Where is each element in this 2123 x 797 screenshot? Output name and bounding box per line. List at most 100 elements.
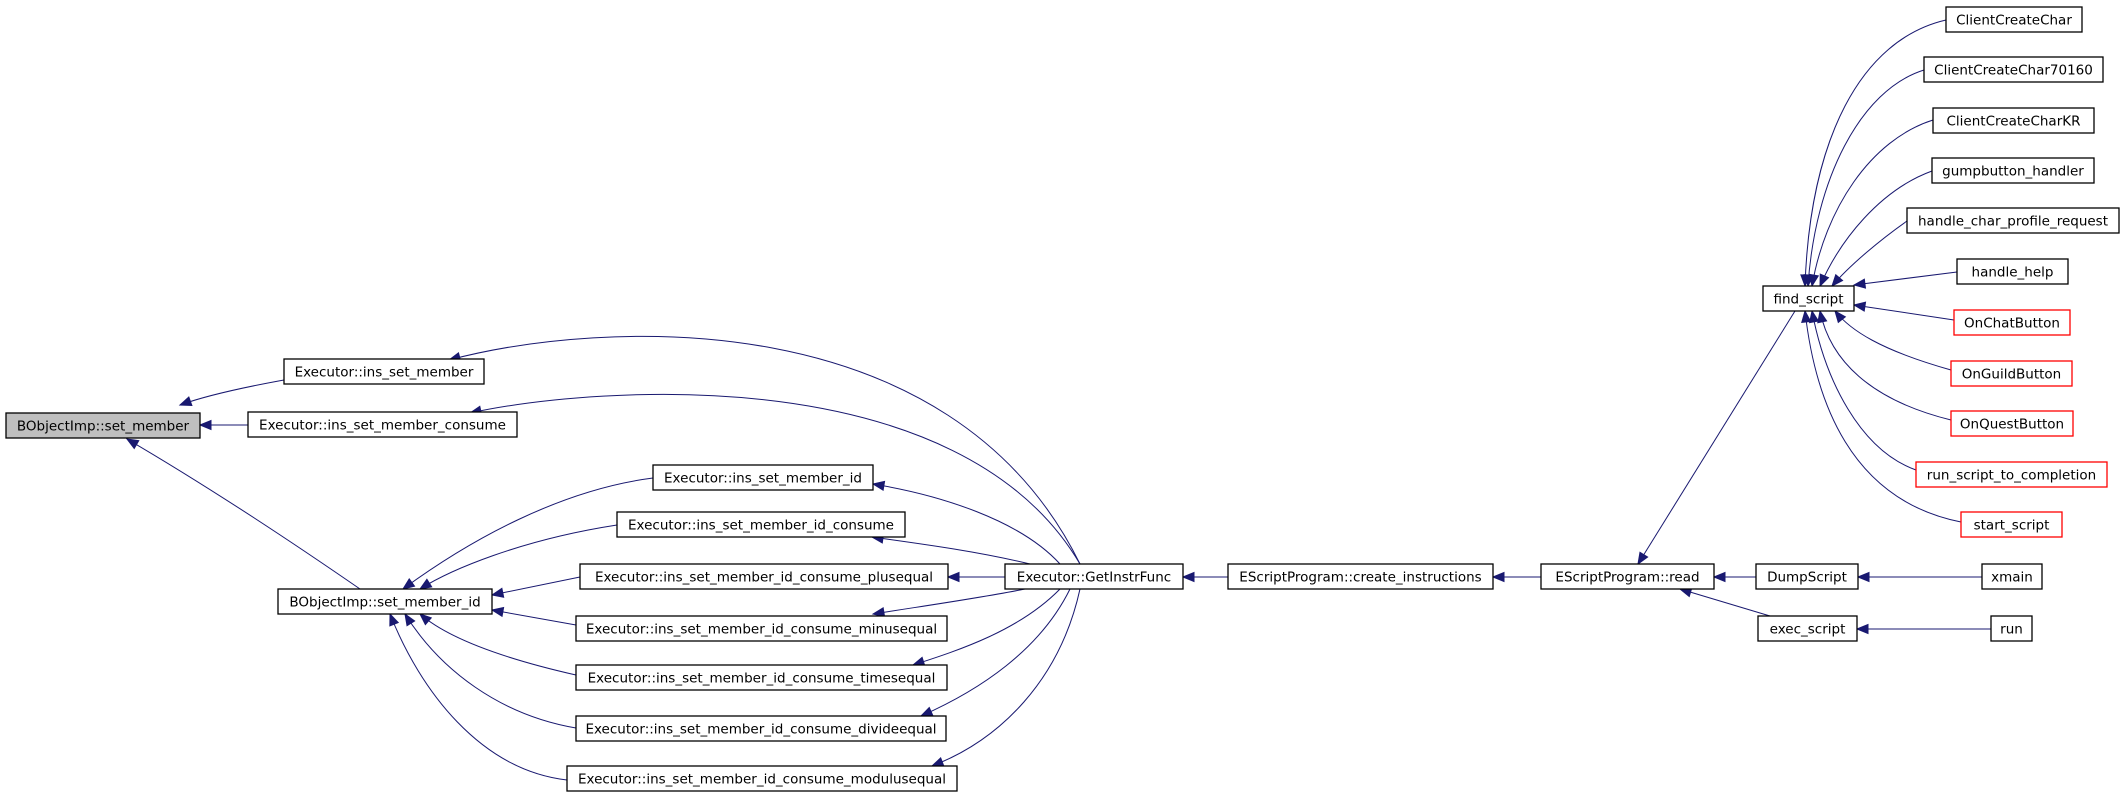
edge-line xyxy=(920,588,1071,717)
edge-line xyxy=(1819,310,1952,421)
edge-ins_set_member-to-set_member xyxy=(178,379,285,407)
node-label: Executor::ins_set_member_id_consume xyxy=(628,518,894,534)
node-label: gumpbutton_handler xyxy=(1942,164,2084,180)
node-set_member_id[interactable]: BObjectImp::set_member_id xyxy=(277,588,493,615)
arrowhead xyxy=(919,706,934,717)
arrowhead xyxy=(419,613,433,626)
node-label: Executor::ins_set_member xyxy=(295,365,474,381)
arrowhead xyxy=(1852,278,1867,289)
node-label: Executor::ins_set_member_id_consume_divi… xyxy=(585,722,936,738)
edge-getinstrfunc-to-ins_minusequal xyxy=(871,588,1026,618)
node-label: BObjectImp::set_member_id xyxy=(289,595,480,611)
arrowhead xyxy=(1852,301,1867,312)
edge-line xyxy=(871,536,1031,565)
node-getinstrfunc[interactable]: Executor::GetInstrFunc xyxy=(1004,563,1184,590)
arrowhead xyxy=(1181,571,1195,583)
edge-line xyxy=(419,613,577,676)
edge-dumpscript-to-read xyxy=(1712,571,1756,583)
node-ins_id_consume[interactable]: Executor::ins_set_member_id_consume xyxy=(616,511,906,538)
edge-onchat-to-find_script xyxy=(1852,301,1955,321)
node-handle_help[interactable]: handle_help xyxy=(1956,258,2069,285)
node-onchat[interactable]: OnChatButton xyxy=(1953,309,2071,336)
edge-line xyxy=(1834,310,1952,371)
node-cc_charkr[interactable]: ClientCreateCharKR xyxy=(1932,107,2095,134)
node-run[interactable]: run xyxy=(1990,615,2033,642)
node-ins_timesequal[interactable]: Executor::ins_set_member_id_consume_time… xyxy=(575,664,948,691)
node-char_profile[interactable]: handle_char_profile_request xyxy=(1906,207,2120,234)
node-create_instructions[interactable]: EScriptProgram::create_instructions xyxy=(1227,563,1494,590)
node-label: DumpScript xyxy=(1767,570,1847,586)
arrowhead xyxy=(404,612,416,627)
arrowhead xyxy=(198,419,212,431)
edge-ins_set_member_consume-to-set_member xyxy=(198,419,248,431)
node-start_script[interactable]: start_script xyxy=(1960,511,2063,538)
edge-getinstrfunc-to-ins_divideequal xyxy=(919,588,1071,717)
edge-line xyxy=(491,609,577,626)
node-ins_modulusequal[interactable]: Executor::ins_set_member_id_consume_modu… xyxy=(566,765,958,792)
node-label: OnChatButton xyxy=(1964,316,2060,332)
node-label: Executor::ins_set_member_id_consume_minu… xyxy=(586,622,937,638)
edge-create_instructions-to-getinstrfunc xyxy=(1181,571,1228,583)
node-set_member[interactable]: BObjectImp::set_member xyxy=(5,412,201,439)
node-run_to_completion[interactable]: run_script_to_completion xyxy=(1915,461,2108,488)
arrowhead xyxy=(871,480,886,492)
node-exec_script[interactable]: exec_script xyxy=(1757,615,1858,642)
node-cc_char[interactable]: ClientCreateChar xyxy=(1945,6,2083,33)
edge-read-to-create_instructions xyxy=(1491,571,1541,583)
edge-line xyxy=(126,438,361,590)
edge-getinstrfunc-to-ins_plusequal xyxy=(946,571,1005,583)
node-ins_plusequal[interactable]: Executor::ins_set_member_id_consume_plus… xyxy=(579,563,949,590)
node-read[interactable]: EScriptProgram::read xyxy=(1540,563,1715,590)
arrowhead xyxy=(1491,571,1505,583)
edge-line xyxy=(1679,588,1771,617)
node-label: EScriptProgram::read xyxy=(1555,570,1699,586)
edge-handle_help-to-find_script xyxy=(1852,271,1958,289)
arrowhead xyxy=(490,606,505,618)
arrowhead xyxy=(1801,309,1812,324)
edge-getinstrfunc-to-ins_id_consume xyxy=(870,533,1031,565)
node-label: ClientCreateChar70160 xyxy=(1934,63,2093,79)
node-label: handle_help xyxy=(1972,265,2054,281)
node-find_script[interactable]: find_script xyxy=(1762,285,1855,312)
node-label: ClientCreateChar xyxy=(1956,13,2072,29)
node-dumpscript[interactable]: DumpScript xyxy=(1755,563,1859,590)
node-label: Executor::ins_set_member_id xyxy=(664,471,862,487)
node-label: Executor::GetInstrFunc xyxy=(1017,570,1171,586)
edge-line xyxy=(1637,310,1796,565)
node-label: Executor::ins_set_member_id_consume_modu… xyxy=(578,772,946,788)
edge-line xyxy=(872,588,1026,615)
node-label: OnQuestButton xyxy=(1960,417,2064,433)
arrowhead xyxy=(389,612,400,627)
edge-find_script-to-read xyxy=(1637,310,1796,566)
edge-set_member_id-to-set_member xyxy=(125,438,361,590)
node-gumpbutton[interactable]: gumpbutton_handler xyxy=(1931,157,2095,184)
node-label: run xyxy=(2000,622,2023,638)
node-ins_divideequal[interactable]: Executor::ins_set_member_id_consume_divi… xyxy=(575,715,947,742)
node-ins_set_member[interactable]: Executor::ins_set_member xyxy=(283,358,485,385)
edge-getinstrfunc-to-ins_modulusequal xyxy=(930,588,1081,767)
edge-ins_minusequal-to-set_member_id xyxy=(490,606,577,626)
node-label: ClientCreateCharKR xyxy=(1947,114,2081,130)
node-label: handle_char_profile_request xyxy=(1918,214,2108,230)
edge-char_profile-to-find_script xyxy=(1831,220,1908,288)
edge-line xyxy=(491,576,581,596)
arrowhead xyxy=(418,578,433,590)
arrowhead xyxy=(1817,309,1828,324)
node-onquest[interactable]: OnQuestButton xyxy=(1950,410,2074,437)
edge-line xyxy=(1831,220,1908,287)
node-ins_set_member_consume[interactable]: Executor::ins_set_member_consume xyxy=(247,411,518,438)
node-cc_char70160[interactable]: ClientCreateChar70160 xyxy=(1923,56,2104,83)
node-label: BObjectImp::set_member xyxy=(17,419,190,435)
node-xmain[interactable]: xmain xyxy=(1981,563,2043,590)
edge-exec_script-to-read xyxy=(1678,587,1771,617)
arrowhead xyxy=(1855,623,1869,635)
edge-line xyxy=(179,379,285,406)
node-ins_id[interactable]: Executor::ins_set_member_id xyxy=(652,464,874,491)
arrowhead xyxy=(930,756,945,767)
arrowhead xyxy=(946,571,960,583)
node-onguild[interactable]: OnGuildButton xyxy=(1950,360,2073,387)
edge-line xyxy=(404,613,577,729)
node-ins_minusequal[interactable]: Executor::ins_set_member_id_consume_minu… xyxy=(575,615,948,642)
edge-run-to-exec_script xyxy=(1855,623,1991,635)
arrowhead xyxy=(1819,273,1830,288)
